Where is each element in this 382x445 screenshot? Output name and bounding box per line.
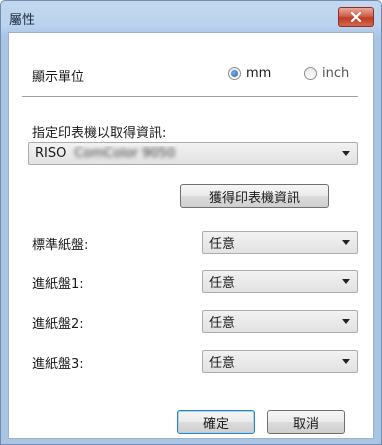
- close-icon: [350, 12, 362, 22]
- radio-inch-label: inch: [322, 66, 350, 81]
- divider: [22, 96, 358, 97]
- close-button[interactable]: [338, 7, 374, 27]
- ok-button[interactable]: 確定: [177, 410, 255, 434]
- tray-select-value: 任意: [209, 237, 236, 252]
- chevron-down-icon: [342, 240, 350, 245]
- tray-select-value: 任意: [209, 316, 236, 331]
- tray-select-value: 任意: [209, 276, 236, 291]
- units-label: 顯示單位: [32, 70, 85, 85]
- tray-label-2: 進紙盤2:: [32, 317, 84, 332]
- title-bar[interactable]: 屬性: [1, 1, 381, 35]
- chevron-down-icon: [342, 359, 350, 364]
- radio-selected-dot: [231, 70, 238, 77]
- chevron-down-icon: [342, 319, 350, 324]
- radio-mm-button[interactable]: [228, 67, 241, 80]
- printer-select[interactable]: RISO ComColor 9050: [28, 142, 358, 165]
- tray-select-1[interactable]: 任意: [202, 270, 358, 293]
- tray-select-2[interactable]: 任意: [202, 310, 358, 333]
- get-printer-info-button[interactable]: 獲得印表機資訊: [180, 184, 329, 208]
- tray-select-3[interactable]: 任意: [202, 350, 358, 373]
- window-title: 屬性: [9, 13, 36, 28]
- chevron-down-icon: [342, 279, 350, 284]
- tray-label-3: 進紙盤3:: [32, 357, 84, 372]
- tray-label-1: 進紙盤1:: [32, 277, 84, 292]
- radio-inch-button[interactable]: [304, 67, 317, 80]
- tray-label-standard: 標準紙盤:: [32, 238, 89, 253]
- tray-select-standard[interactable]: 任意: [202, 231, 358, 254]
- chevron-down-icon: [342, 151, 350, 156]
- radio-mm-label: mm: [246, 66, 272, 81]
- printer-model-blurred: ComColor 9050: [74, 146, 176, 161]
- printer-brand: RISO: [35, 146, 67, 161]
- printer-label: 指定印表機以取得資訊:: [32, 126, 167, 141]
- cancel-button[interactable]: 取消: [267, 410, 345, 434]
- radio-inch[interactable]: inch: [304, 66, 349, 81]
- radio-mm[interactable]: mm: [228, 66, 271, 81]
- tray-select-value: 任意: [209, 356, 236, 371]
- printer-select-value: RISO ComColor 9050: [35, 146, 342, 161]
